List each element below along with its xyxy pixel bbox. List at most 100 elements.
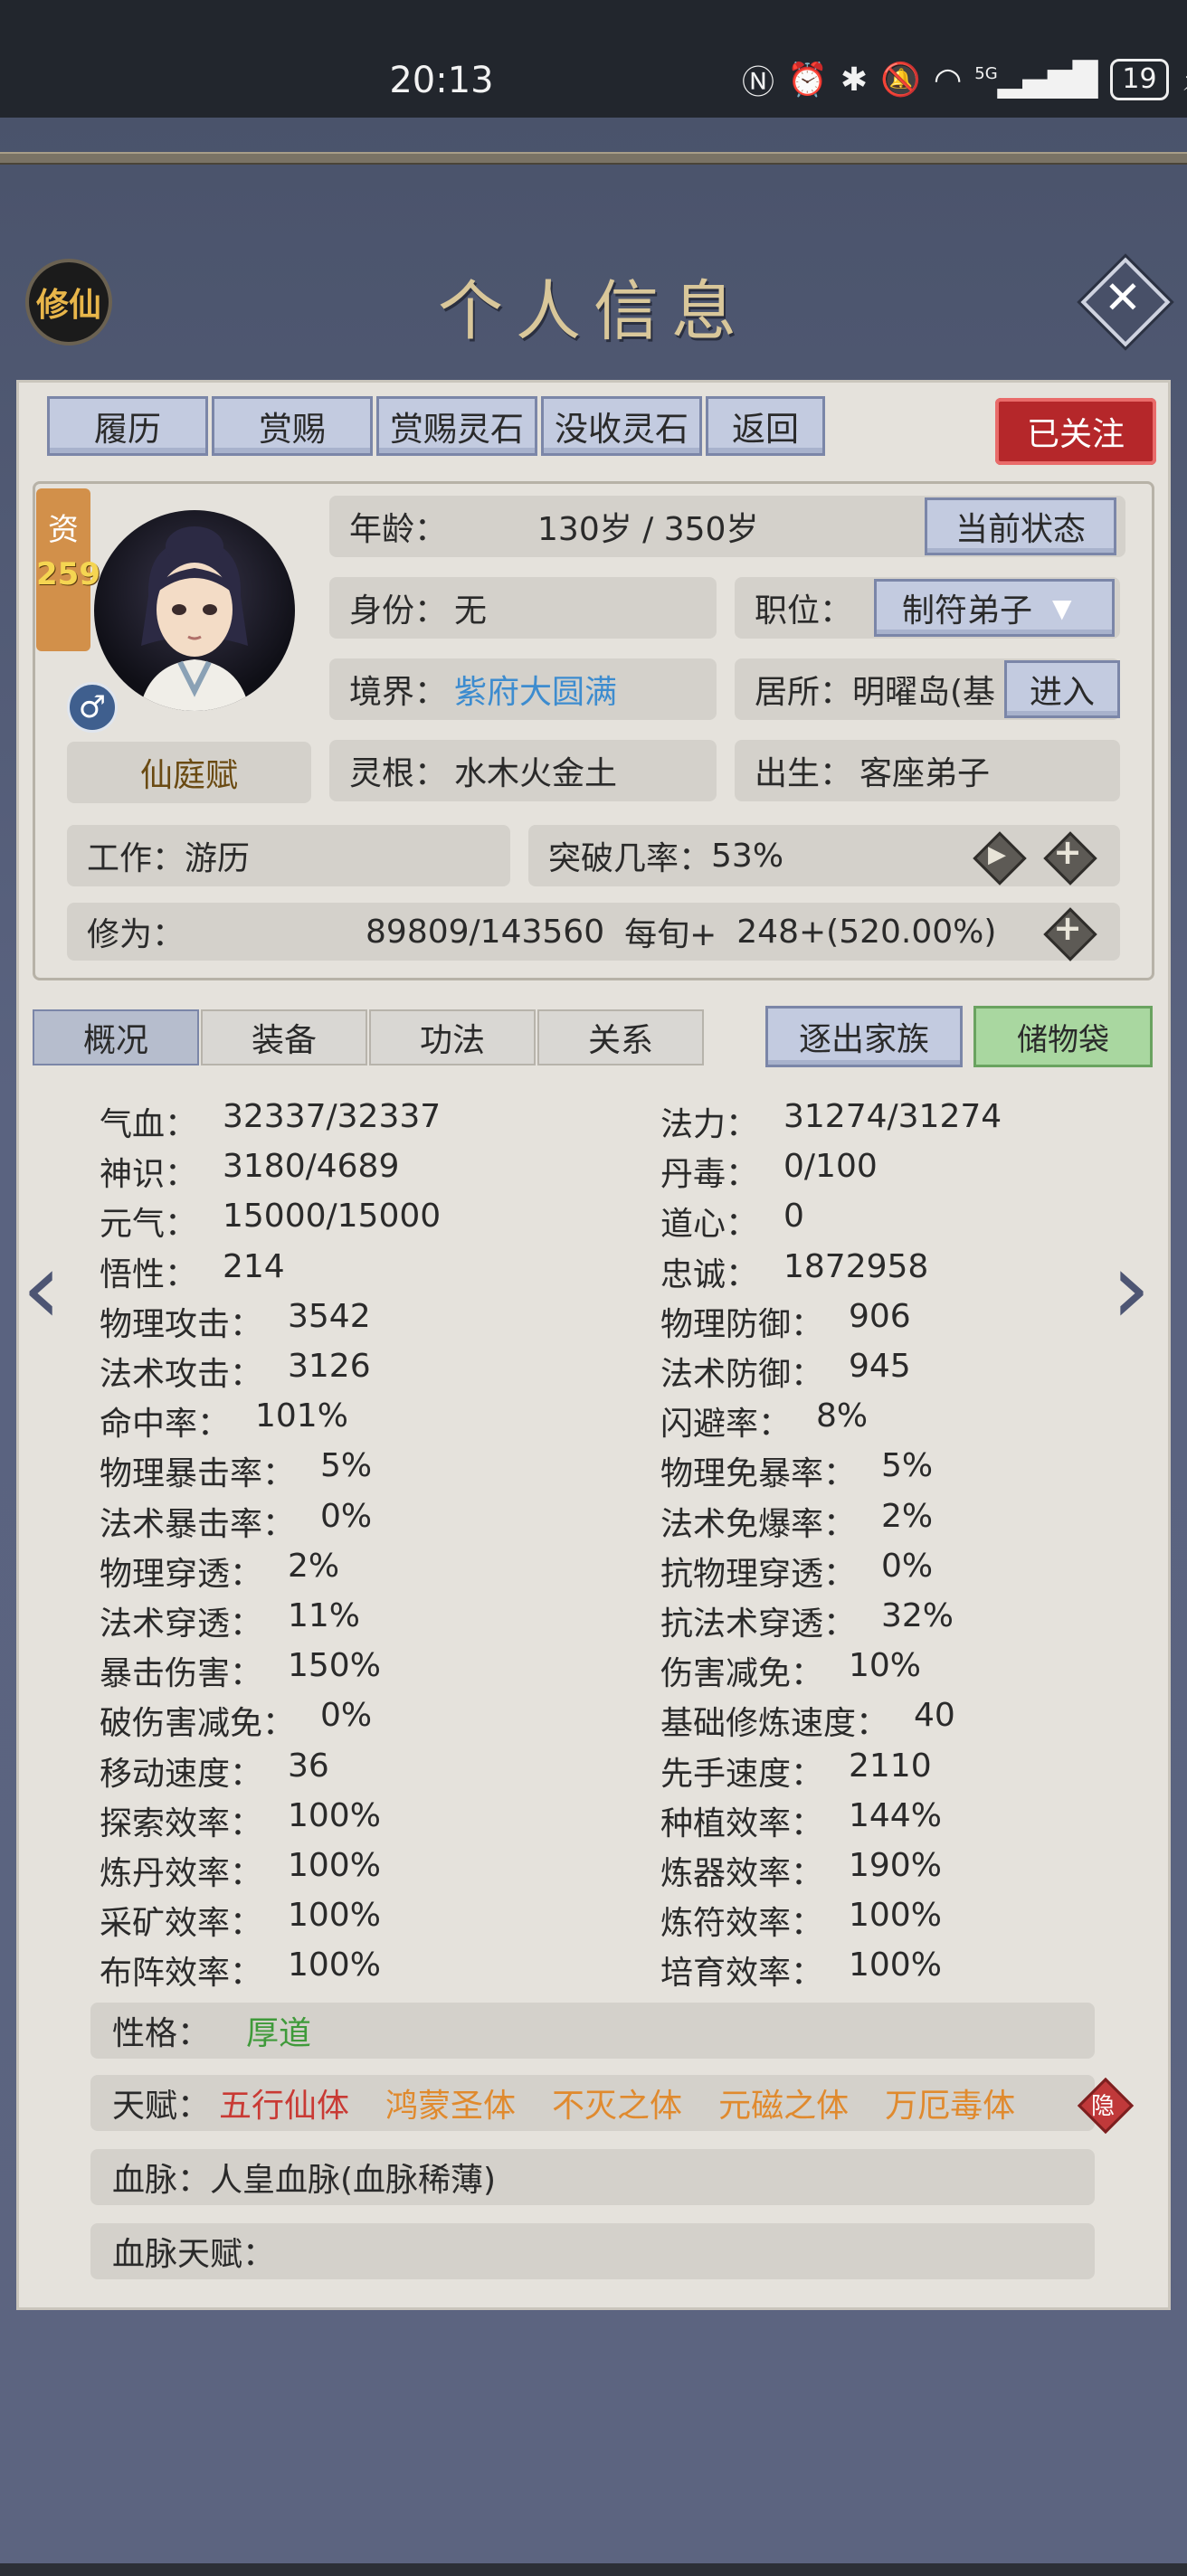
stat-value: 906 (849, 1298, 911, 1335)
charging-icon: ⚡ (1182, 62, 1187, 99)
stat-value: 0% (320, 1498, 373, 1535)
stat-value: 32337/32337 (223, 1098, 442, 1135)
system-icons: Ⓝ ⏰ ✱ 🔕 ◠ 5G▂▄▆█ 19 ⚡ (742, 56, 1187, 103)
stat-value: 11% (288, 1597, 361, 1634)
enter-button[interactable]: 进入 (1004, 660, 1120, 718)
stat-label: 布阵效率： (100, 1955, 263, 1992)
residence-value: 明曜岛(基 (852, 674, 996, 711)
current-status-button[interactable]: 当前状态 (925, 497, 1116, 555)
stat-label: 破伤害减免： (100, 1705, 296, 1742)
stat-value: 36 (288, 1747, 329, 1785)
male-icon: ♂ (67, 682, 118, 733)
stat-value: 214 (223, 1248, 285, 1285)
tab-back[interactable]: 返回 (706, 396, 825, 456)
stat-label: 法术防御： (660, 1356, 824, 1393)
stat-label: 物理防御： (660, 1306, 824, 1343)
next-arrow-icon[interactable]: › (1111, 1230, 1151, 1346)
plus-icon: + (1053, 908, 1082, 948)
identity-field: 身份： 无 (329, 577, 717, 639)
age-label: 年龄： (349, 511, 448, 548)
stat-value: 0/100 (783, 1148, 878, 1185)
expel-button[interactable]: 逐出家族 (765, 1006, 963, 1067)
avatar[interactable] (94, 510, 295, 711)
status-bar: 20:13 Ⓝ ⏰ ✱ 🔕 ◠ 5G▂▄▆█ 19 ⚡ (0, 0, 1187, 118)
stat-value: 40 (914, 1697, 955, 1734)
hide-button[interactable]: 隐 (1077, 2077, 1135, 2135)
bloodline-talent-bar: 血脉天赋： (90, 2223, 1095, 2279)
position-value: 制符弟子 (902, 592, 1033, 630)
page-title: 个人信息 (437, 273, 749, 349)
tab-reward-spirit-stone[interactable]: 赏赐灵石 (376, 396, 537, 456)
bluetooth-icon: ✱ (840, 61, 869, 99)
breakthrough-value: 53% (711, 837, 784, 875)
breakthrough-play-button[interactable]: ▶ (972, 830, 1027, 886)
stat-value: 945 (849, 1348, 911, 1385)
stat-value: 100% (849, 1946, 942, 1984)
realm-label: 境界： (349, 674, 448, 711)
close-button[interactable]: ✕ (1080, 257, 1171, 347)
position-select[interactable]: 制符弟子 ▼ (874, 579, 1115, 637)
stat-value: 0% (881, 1548, 934, 1585)
chevron-down-icon: ▼ (1052, 592, 1072, 623)
stat-label: 探索效率： (100, 1805, 263, 1842)
stat-label: 物理暴击率： (100, 1455, 296, 1492)
storage-bag-button[interactable]: 储物袋 (973, 1006, 1153, 1067)
stat-value: 2% (881, 1498, 934, 1535)
stat-label: 移动速度： (100, 1756, 263, 1793)
stat-value: 2% (288, 1548, 340, 1585)
stat-label: 物理攻击： (100, 1306, 263, 1343)
aptitude-value: 259 (36, 556, 100, 592)
cultivation-value: 89809/143560 (366, 913, 605, 951)
stat-value: 15000/15000 (223, 1198, 442, 1235)
realm-field: 境界： 紫府大圆满 (329, 658, 717, 720)
stat-label: 法术免爆率： (660, 1506, 857, 1543)
tab-history[interactable]: 履历 (47, 396, 208, 456)
character-name: 仙庭赋 (67, 742, 311, 803)
talent-item[interactable]: 五行仙体 (219, 2079, 349, 2126)
stat-value: 2110 (849, 1747, 932, 1785)
tab-overview[interactable]: 概况 (33, 1009, 199, 1065)
stat-label: 伤害减免： (660, 1655, 824, 1692)
talent-item[interactable]: 鸿蒙圣体 (385, 2079, 516, 2126)
stat-value: 190% (849, 1847, 942, 1884)
tab-equipment[interactable]: 装备 (201, 1009, 367, 1065)
breakthrough-label: 突破几率： (548, 840, 712, 877)
stat-label: 法术暴击率： (100, 1506, 296, 1543)
talent-item[interactable]: 万厄毒体 (885, 2079, 1015, 2126)
personality-label: 性格： (112, 2015, 211, 2052)
stat-label: 丹毒： (660, 1156, 759, 1193)
personality-bar: 性格： 厚道 (90, 2003, 1095, 2059)
stat-value: 100% (288, 1946, 381, 1984)
aptitude-char: 资 (48, 512, 79, 548)
talent-item[interactable]: 元磁之体 (718, 2079, 849, 2126)
tab-reward[interactable]: 赏赐 (212, 396, 373, 456)
navigation-bar (0, 2563, 1187, 2576)
tab-techniques[interactable]: 功法 (369, 1009, 536, 1065)
stat-value: 150% (288, 1647, 381, 1684)
tab-relations[interactable]: 关系 (537, 1009, 704, 1065)
previous-arrow-icon[interactable]: ‹ (22, 1230, 62, 1346)
talent-bar: 天赋： 五行仙体 鸿蒙圣体 不灭之体 元磁之体 万厄毒体 (90, 2075, 1095, 2131)
close-icon: ✕ (1104, 271, 1142, 324)
nfc-icon: Ⓝ (742, 64, 775, 101)
stat-label: 命中率： (100, 1406, 231, 1443)
birth-field: 出生： 客座弟子 (735, 740, 1120, 801)
personality-value: 厚道 (246, 2015, 312, 2052)
stat-label: 闪避率： (660, 1406, 792, 1443)
stat-label: 物理免暴率： (660, 1455, 857, 1492)
wifi-icon: ◠ (933, 61, 963, 99)
portrait-image (139, 526, 250, 711)
realm-value: 紫府大圆满 (454, 674, 618, 711)
stat-label: 培育效率： (660, 1955, 824, 1992)
followed-button[interactable]: 已关注 (995, 398, 1156, 465)
per-tick-value: 248+(520.00%) (736, 913, 997, 951)
breakthrough-plus-button[interactable]: + (1042, 830, 1097, 886)
header-divider (0, 152, 1187, 165)
talent-item[interactable]: 不灭之体 (552, 2079, 682, 2126)
play-icon: ▶ (988, 841, 1006, 868)
tab-confiscate-spirit-stone[interactable]: 没收灵石 (541, 396, 702, 456)
cultivation-field: 修为： 89809/143560 每旬+ 248+(520.00%) (67, 903, 1120, 961)
stat-value: 0 (783, 1198, 804, 1235)
bloodline-label: 血脉： (112, 2162, 211, 2199)
cultivation-plus-button[interactable]: + (1042, 906, 1097, 961)
